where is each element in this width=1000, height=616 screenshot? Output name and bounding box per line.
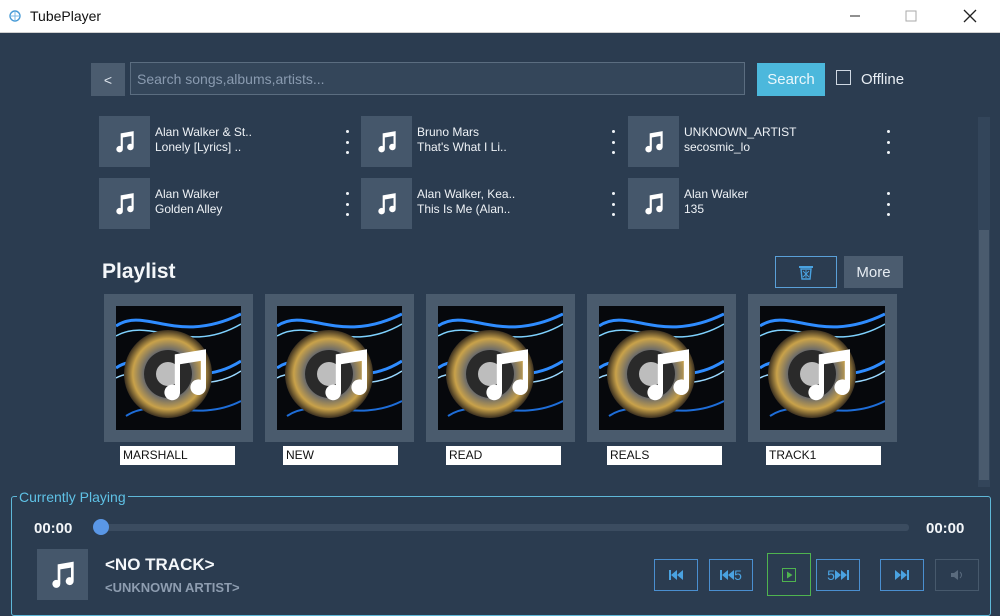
song-title: secosmic_lo	[684, 140, 751, 154]
rewind-icon	[720, 570, 735, 580]
search-result-item[interactable]: Alan Walker, Kea.. This Is Me (Alan..	[361, 178, 615, 230]
song-thumbnail	[628, 178, 679, 229]
search-button[interactable]: Search	[757, 63, 825, 96]
playlist-card[interactable]	[104, 294, 253, 442]
music-note-icon	[115, 192, 134, 214]
song-title: Lonely [Lyrics] ..	[155, 140, 242, 154]
scrollbar-thumb[interactable]	[979, 230, 989, 480]
song-artist: Alan Walker & St..	[155, 125, 252, 139]
speaker-art-icon	[438, 306, 563, 430]
play-icon	[782, 567, 796, 582]
search-result-item[interactable]: Alan Walker Golden Alley	[99, 178, 349, 230]
duration-time: 00:00	[926, 520, 965, 537]
more-options-icon[interactable]	[342, 130, 352, 154]
song-artist: UNKNOWN_ARTIST	[684, 125, 797, 139]
more-options-icon[interactable]	[883, 130, 893, 154]
skip-back-icon	[669, 570, 683, 580]
song-thumbnail	[361, 116, 412, 167]
back-button[interactable]: <	[91, 63, 125, 96]
song-artist: Alan Walker, Kea..	[417, 187, 516, 201]
song-title: Golden Alley	[155, 202, 223, 216]
maximize-icon	[905, 10, 917, 22]
seek-handle[interactable]	[93, 519, 109, 535]
window-title: TubePlayer	[30, 8, 102, 24]
currently-playing-label: Currently Playing	[17, 489, 128, 505]
more-options-icon[interactable]	[342, 192, 352, 216]
music-note-icon	[644, 192, 663, 214]
music-note-icon	[644, 130, 663, 152]
playlist-card[interactable]	[426, 294, 575, 442]
play-button[interactable]	[767, 553, 811, 596]
music-note-icon	[115, 130, 134, 152]
previous-track-button[interactable]	[654, 559, 698, 591]
song-thumbnail	[628, 116, 679, 167]
song-artist: Alan Walker	[684, 187, 749, 201]
playlist-name[interactable]: REALS	[607, 446, 722, 465]
search-result-item[interactable]: UNKNOWN_ARTIST secosmic_lo	[628, 116, 890, 168]
music-note-icon	[51, 561, 74, 588]
trash-icon	[799, 266, 813, 280]
playlist-name[interactable]: READ	[446, 446, 561, 465]
skip-forward-icon	[895, 570, 909, 580]
skip-seconds-label: 5	[827, 567, 835, 583]
fast-forward-icon	[834, 570, 849, 580]
close-icon	[963, 9, 977, 23]
elapsed-time: 00:00	[34, 520, 73, 537]
playlist-name[interactable]: MARSHALL	[120, 446, 235, 465]
minimize-icon	[850, 15, 860, 17]
offline-label: Offline	[861, 71, 905, 88]
song-title: That's What I Li..	[417, 140, 507, 154]
song-thumbnail	[361, 178, 412, 229]
search-result-item[interactable]: Bruno Mars That's What I Li..	[361, 116, 615, 168]
song-artist: Bruno Mars	[417, 125, 480, 139]
skip-seconds-label: 5	[734, 567, 742, 583]
more-options-icon[interactable]	[883, 192, 893, 216]
music-note-icon	[377, 192, 396, 214]
search-result-item[interactable]: Alan Walker 135	[628, 178, 890, 230]
song-title: This Is Me (Alan..	[417, 202, 511, 216]
volume-icon	[951, 570, 962, 580]
next-track-button[interactable]	[880, 559, 924, 591]
playlist-card[interactable]	[748, 294, 897, 442]
delete-playlist-button[interactable]	[775, 256, 837, 288]
playlist-name[interactable]: NEW	[283, 446, 398, 465]
song-title: 135	[684, 202, 705, 216]
playlist-card[interactable]	[265, 294, 414, 442]
playlist-card[interactable]	[587, 294, 736, 442]
search-input[interactable]	[130, 62, 745, 95]
app-logo-icon	[9, 10, 21, 22]
offline-checkbox[interactable]	[836, 70, 851, 85]
volume-button[interactable]	[935, 559, 979, 591]
rewind-5-button[interactable]: 5	[709, 559, 753, 591]
song-artist: Alan Walker	[155, 187, 220, 201]
search-result-item[interactable]: Alan Walker & St.. Lonely [Lyrics] ..	[99, 116, 349, 168]
title-bar: TubePlayer	[0, 0, 1000, 33]
minimize-button[interactable]	[832, 0, 878, 32]
close-button[interactable]	[947, 0, 993, 32]
forward-5-button[interactable]: 5	[816, 559, 860, 591]
seek-bar[interactable]	[101, 524, 909, 531]
track-artist: <UNKNOWN ARTIST>	[105, 580, 240, 595]
song-thumbnail	[99, 116, 150, 167]
now-playing-art	[37, 549, 88, 600]
speaker-art-icon	[599, 306, 724, 430]
playlist-heading: Playlist	[102, 260, 176, 283]
speaker-art-icon	[116, 306, 241, 430]
speaker-art-icon	[760, 306, 885, 430]
more-button[interactable]: More	[844, 256, 903, 288]
music-note-icon	[377, 130, 396, 152]
speaker-art-icon	[277, 306, 402, 430]
more-options-icon[interactable]	[608, 192, 618, 216]
more-options-icon[interactable]	[608, 130, 618, 154]
playlist-name[interactable]: TRACK1	[766, 446, 881, 465]
maximize-button[interactable]	[888, 0, 934, 32]
track-title: <NO TRACK>	[105, 555, 215, 574]
song-thumbnail	[99, 178, 150, 229]
